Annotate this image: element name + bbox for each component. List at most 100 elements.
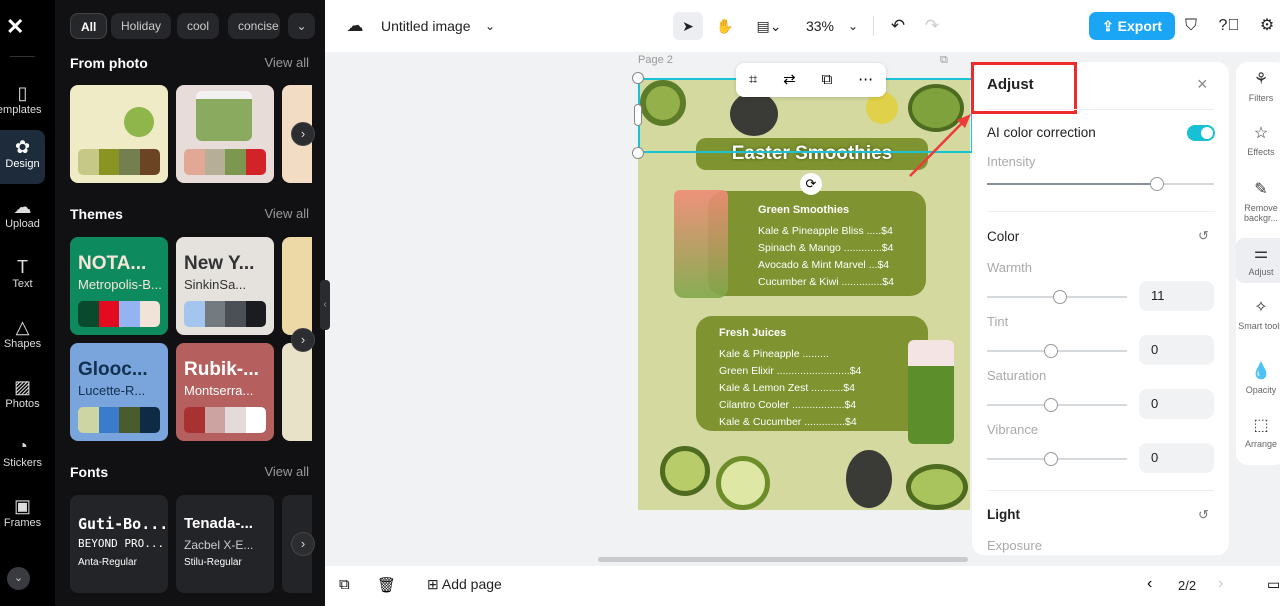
add-page-button[interactable]: ⊞ Add page [427,576,502,593]
close-icon[interactable]: × [1197,74,1208,95]
warmth-slider[interactable] [987,290,1127,304]
undo-icon[interactable]: ↶ [887,12,909,40]
theme-card[interactable]: Glooc... Lucette-R... [70,343,168,441]
saturation-value-input[interactable]: 0 [1139,389,1214,419]
view-all-link[interactable]: View all [264,464,309,479]
copy-page-icon[interactable]: ⧉ [339,576,350,593]
tint-slider[interactable] [987,344,1127,358]
rail-photos[interactable]: ▨ Photos [0,370,45,424]
rail-more-chevron-icon[interactable]: ⌄ [7,567,30,590]
font-card[interactable]: Guti-Bo... BEYOND PRO... Anta-Regular [70,495,168,593]
more-icon[interactable]: ⋯ [858,63,873,97]
export-icon: ⇪ [1102,18,1118,34]
photo-palette-card[interactable] [176,85,274,183]
duplicate-icon[interactable]: ⧉ [822,63,833,97]
rail-upload[interactable]: ☁ Upload [0,190,45,244]
slider-knob[interactable] [1044,452,1059,466]
tool-smart-tools[interactable]: ✧ Smart tools [1236,298,1280,331]
font-card[interactable]: Tenada-... Zacbel X-E... Stilu-Regular [176,495,274,593]
intensity-slider[interactable] [987,177,1214,191]
resize-handle[interactable] [632,72,644,84]
tint-value-input[interactable]: 0 [1139,335,1214,365]
vibrance-value-input[interactable]: 0 [1139,443,1214,473]
replace-icon[interactable]: ⇄ [783,63,796,97]
right-tools: ⚘ Filters ☆ Effects ✎ Remove backgr... ⚌ Adjust… [1236,62,1280,465]
theme-body-font: SinkinSa... [184,277,247,292]
select-tool-icon[interactable]: ➤ [673,12,703,40]
chip-holiday[interactable]: Holiday [111,13,172,39]
palette-swatch [98,301,119,327]
view-all-link[interactable]: View all [264,206,309,221]
palette-swatch [245,407,266,433]
settings-icon[interactable]: ⚙ [1255,12,1279,40]
theme-card[interactable] [282,237,312,335]
palette-swatch [204,407,225,433]
slider-knob[interactable] [1044,344,1059,358]
crop-icon[interactable]: ⌗ [749,63,757,97]
chips-expand-chevron-icon[interactable]: ⌄ [288,13,315,39]
tool-remove-backgr-[interactable]: ✎ Remove backgr... [1236,180,1280,223]
resize-handle[interactable] [634,104,642,126]
chip-all[interactable]: All [70,13,108,39]
theme-card[interactable]: NOTA... Metropolis-B... [70,237,168,335]
ai-color-toggle[interactable] [1187,125,1215,141]
theme-heading-font: Rubik-... [184,359,259,380]
next-arrow-icon[interactable]: › [291,122,315,146]
redo-icon[interactable]: ↷ [921,12,943,40]
text-icon: T [17,257,28,277]
tool-filters[interactable]: ⚘ Filters [1236,70,1280,103]
rail-shapes[interactable]: △ Shapes [0,310,45,364]
layout-icon[interactable]: ▤⌄ [749,12,789,40]
resize-handle[interactable] [632,147,644,159]
warmth-value-input[interactable]: 11 [1139,281,1214,311]
slider-knob[interactable] [1044,398,1059,412]
reset-color-icon[interactable]: ↺ [1198,228,1209,244]
theme-card[interactable]: New Y... SinkinSa... [176,237,274,335]
duplicate-page-icon[interactable]: ⧉ [940,54,948,67]
palette-swatch [245,301,266,327]
next-arrow-icon[interactable]: › [291,532,315,556]
tool-opacity[interactable]: 💧 Opacity [1236,362,1280,395]
hand-tool-icon[interactable]: ✋ [711,12,739,40]
shield-icon[interactable]: ⛉ [1179,12,1203,40]
zoom-chevron-down-icon[interactable]: ⌄ [845,12,861,40]
rail-frames[interactable]: ▣ Frames [0,489,45,543]
delete-icon[interactable]: 🗑 [377,576,396,594]
saturation-slider[interactable] [987,398,1127,412]
prev-page-icon[interactable]: ‹ [1147,575,1152,593]
rotate-icon[interactable]: ⟳ [800,173,822,195]
collapse-panel-handle[interactable]: ‹ [320,280,330,330]
title-chevron-down-icon[interactable]: ⌄ [483,12,497,40]
tool-adjust[interactable]: ⚌ Adjust [1236,238,1280,283]
theme-card[interactable] [282,343,312,441]
tool-arrange[interactable]: ⬚ Arrange [1236,416,1280,449]
fullscreen-icon[interactable]: ▭ [1267,576,1280,593]
photo-palette-card[interactable] [70,85,168,183]
filters-icon: ⚘ [1253,71,1269,88]
chip-concise[interactable]: concise [228,13,280,39]
chip-cool[interactable]: cool [177,13,220,39]
theme-card[interactable]: Rubik-... Montserra... [176,343,274,441]
palette-swatch [225,149,246,175]
tool-effects[interactable]: ☆ Effects [1236,124,1280,157]
vibrance-slider[interactable] [987,452,1127,466]
rail-templates[interactable]: ▯Templates [0,76,45,130]
help-icon[interactable]: ?⃝ [1217,12,1241,40]
export-button[interactable]: ⇪ Export [1089,12,1175,40]
page-indicator: 2/2 [1178,578,1197,593]
horizontal-scrollbar[interactable] [598,557,968,562]
reset-light-icon[interactable]: ↺ [1198,507,1209,523]
cloud-saved-icon: ☁ [346,16,364,35]
document-title[interactable]: Untitled image [381,12,471,40]
next-arrow-icon[interactable]: › [291,328,315,352]
slider-knob[interactable] [1052,290,1067,304]
view-all-link[interactable]: View all [264,55,309,70]
next-page-icon[interactable]: › [1218,575,1223,593]
rail-text[interactable]: T Text [0,250,45,304]
rail-design[interactable]: ✿ Design [0,130,45,184]
rail-stickers[interactable]: ◔ Stickers [0,429,45,483]
capcut-logo-icon[interactable]: ✕ [6,14,24,40]
left-rail: ✕ ▯Templates ✿Design ☁Upload TText △Shap… [0,0,55,606]
zoom-level[interactable]: 33% [800,12,840,40]
palette-swatch [119,149,140,175]
